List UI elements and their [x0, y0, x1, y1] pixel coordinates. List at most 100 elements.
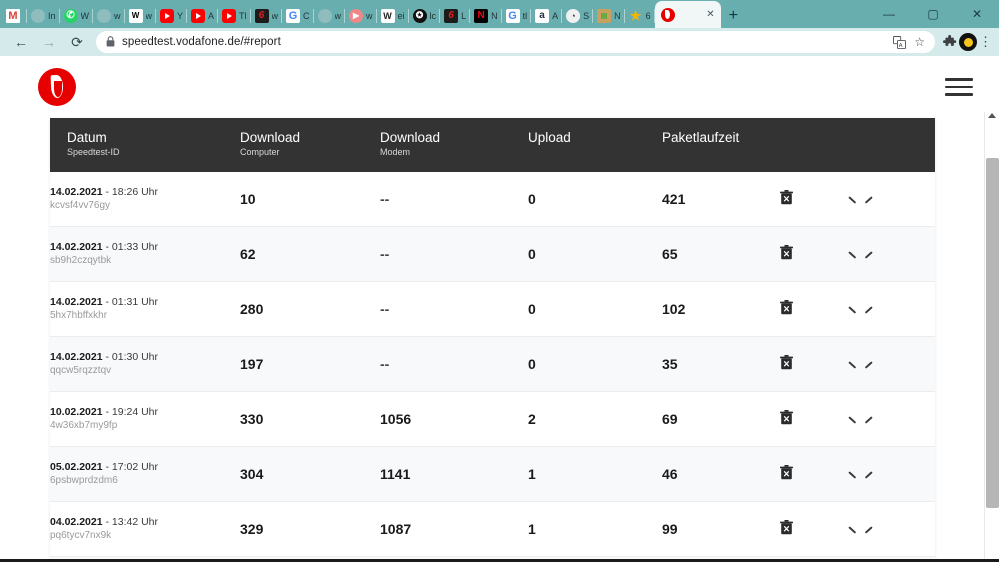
table-row[interactable]: 14.02.2021 - 01:33 Uhr sb9h2czqytbk 62 -- 0 6… — [50, 226, 935, 282]
tab-14[interactable]: 6L — [440, 3, 471, 28]
bookmark-star-icon[interactable]: ☆ — [914, 35, 925, 49]
chevron-down-icon[interactable] — [850, 306, 864, 314]
tab-19[interactable]: ▤ N — [593, 3, 625, 28]
close-window-button[interactable]: ✕ — [955, 0, 999, 28]
tab-13[interactable]: ✪ lc — [409, 3, 441, 28]
cell-paketlaufzeit: 99 — [662, 501, 780, 557]
cell-value: 330 — [240, 411, 264, 427]
delete-icon[interactable] — [780, 465, 793, 480]
tab-15[interactable]: NN — [470, 3, 502, 28]
minimize-button[interactable]: — — [867, 0, 911, 28]
tab-2[interactable]: ✆ W — [60, 3, 94, 28]
cell-download-computer: 10 — [240, 172, 380, 227]
cell-download-computer: 304 — [240, 446, 380, 502]
column-header-upload[interactable]: Upload — [528, 118, 662, 172]
tab-12[interactable]: Wei — [377, 3, 409, 28]
tab-speedtest-vodafone-active[interactable]: ✕ — [654, 1, 721, 28]
tab-18[interactable]: ◔ S — [562, 3, 594, 28]
extensions-icon[interactable] — [943, 35, 957, 49]
cell-paketlaufzeit: 46 — [662, 446, 780, 502]
row-date: 05.02.2021 — [50, 461, 103, 473]
new-tab-button[interactable]: + — [729, 8, 738, 24]
tab-close-icon[interactable]: ✕ — [706, 9, 714, 20]
chevron-down-icon[interactable] — [850, 251, 864, 259]
maximize-button[interactable]: ▢ — [911, 0, 955, 28]
cell-delete[interactable] — [780, 336, 850, 392]
cell-delete[interactable] — [780, 281, 850, 337]
page-scrollbar[interactable] — [984, 112, 999, 562]
cell-upload: 0 — [528, 226, 662, 282]
lock-icon — [106, 35, 115, 49]
address-bar[interactable]: speedtest.vodafone.de/#report A ☆ — [96, 31, 935, 53]
tab-6[interactable]: A — [187, 3, 219, 28]
tab-9[interactable]: GC — [282, 3, 314, 28]
tab-3[interactable]: w — [93, 3, 125, 28]
cell-expand[interactable] — [850, 501, 935, 557]
window-controls: — ▢ ✕ — [867, 0, 999, 28]
tab-10[interactable]: w — [314, 3, 346, 28]
tab-1[interactable]: In — [27, 3, 60, 28]
table-row[interactable]: 14.02.2021 - 01:30 Uhr qqcw5rqzztqv 197 -- 0… — [50, 336, 935, 392]
cell-expand[interactable] — [850, 391, 935, 447]
table-row[interactable]: 14.02.2021 - 18:26 Uhr kcvsf4vv76gy 10 -- 0 4… — [50, 172, 935, 227]
cell-expand[interactable] — [850, 226, 935, 282]
tab-7[interactable]: Tl — [218, 3, 251, 28]
cell-expand[interactable] — [850, 281, 935, 337]
chevron-down-icon[interactable] — [850, 196, 864, 204]
scrollbar-thumb[interactable] — [986, 158, 999, 508]
tab-11[interactable]: ▶ w — [345, 3, 377, 28]
scroll-up-arrow-icon[interactable] — [988, 113, 996, 118]
cell-delete[interactable] — [780, 501, 850, 557]
reload-button[interactable]: ⟳ — [64, 30, 90, 54]
row-date: 14.02.2021 — [50, 241, 103, 253]
cell-paketlaufzeit: 65 — [662, 226, 780, 282]
chevron-down-icon[interactable] — [850, 471, 864, 479]
cell-expand[interactable] — [850, 336, 935, 392]
row-time: - 19:24 Uhr — [102, 406, 159, 418]
browser-menu-icon[interactable]: ⋮ — [979, 34, 992, 50]
tab-4[interactable]: Ww — [125, 3, 157, 28]
tab-8[interactable]: 6w — [251, 3, 283, 28]
hamburger-menu-button[interactable] — [945, 78, 973, 96]
cell-delete[interactable] — [780, 391, 850, 447]
chevron-down-icon[interactable] — [850, 416, 864, 424]
delete-icon[interactable] — [780, 300, 793, 315]
column-header-datum[interactable]: Datum Speedtest-ID — [50, 118, 240, 172]
netflix-icon: N — [474, 8, 489, 23]
cell-delete[interactable] — [780, 446, 850, 502]
cell-value: 0 — [528, 246, 536, 262]
delete-icon[interactable] — [780, 520, 793, 535]
tab-16[interactable]: Gtl — [502, 3, 532, 28]
back-button[interactable]: ← — [8, 30, 34, 54]
column-header-download-computer[interactable]: Download Computer — [240, 118, 380, 172]
chevron-down-icon[interactable] — [850, 526, 864, 534]
cell-expand[interactable] — [850, 172, 935, 227]
delete-icon[interactable] — [780, 190, 793, 205]
tab-20[interactable]: ★ 6 — [625, 3, 655, 28]
cell-download-computer: 62 — [240, 226, 380, 282]
vodafone-logo-icon[interactable] — [38, 68, 76, 106]
delete-icon[interactable] — [780, 355, 793, 370]
image-icon: ▤ — [597, 8, 612, 23]
profile-avatar[interactable] — [959, 33, 977, 51]
translate-icon[interactable]: A — [893, 35, 907, 49]
cell-value: 1 — [528, 466, 536, 482]
table-row[interactable]: 04.02.2021 - 13:42 Uhr pq6tycv7nx9k 329 108… — [50, 501, 935, 557]
delete-icon[interactable] — [780, 245, 793, 260]
cell-delete[interactable] — [780, 226, 850, 282]
delete-icon[interactable] — [780, 410, 793, 425]
cell-expand[interactable] — [850, 446, 935, 502]
tab-17[interactable]: aA — [531, 3, 563, 28]
table-row[interactable]: 05.02.2021 - 17:02 Uhr 6psbwprdzdm6 304 114… — [50, 446, 935, 502]
column-header-paketlaufzeit[interactable]: Paketlaufzeit — [662, 118, 780, 172]
table-row[interactable]: 14.02.2021 - 01:31 Uhr 5hx7hbffxkhr 280 -- 0… — [50, 281, 935, 337]
table-row[interactable]: 10.02.2021 - 19:24 Uhr 4w36xb7my9fp 330 105… — [50, 391, 935, 447]
tab-5[interactable]: Y — [156, 3, 188, 28]
cell-value: 65 — [662, 246, 678, 262]
chevron-down-icon[interactable] — [850, 361, 864, 369]
cell-delete[interactable] — [780, 172, 850, 227]
speedtest-icon: ◔ — [566, 8, 581, 23]
forward-button[interactable]: → — [36, 30, 62, 54]
column-header-download-modem[interactable]: Download Modem — [380, 118, 528, 172]
tab-0[interactable]: M — [2, 3, 27, 28]
